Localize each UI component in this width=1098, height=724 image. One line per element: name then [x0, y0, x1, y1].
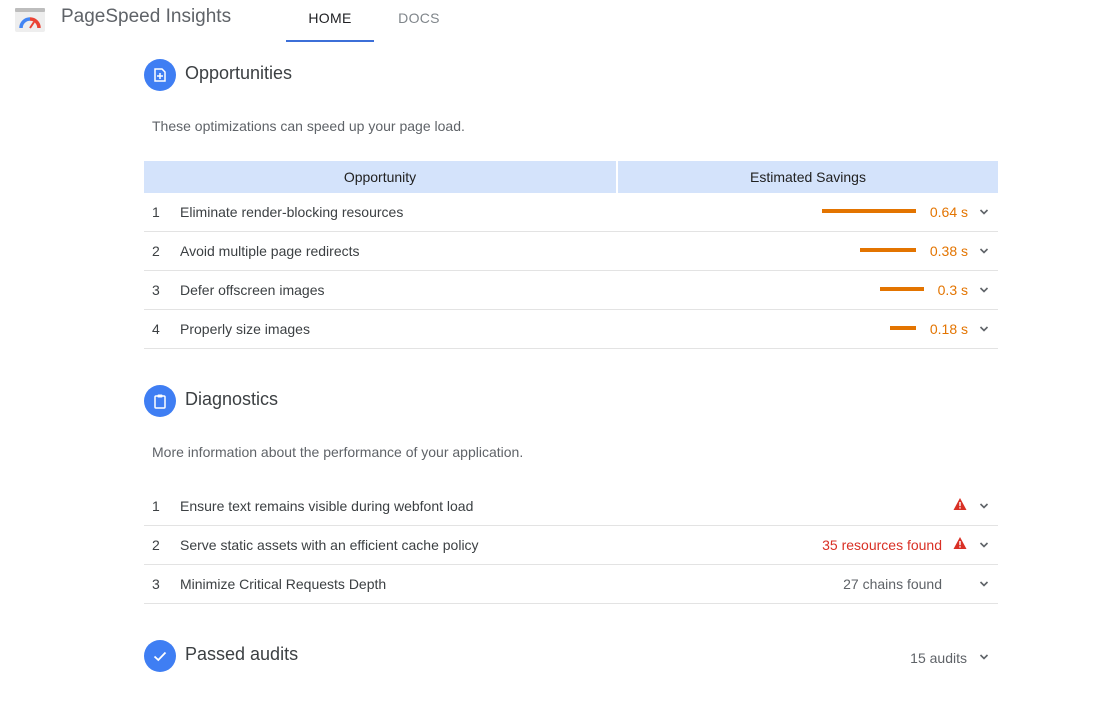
- row-number: 2: [152, 243, 160, 259]
- diagnostic-label: Minimize Critical Requests Depth: [180, 576, 387, 592]
- opportunity-row[interactable]: 3 Defer offscreen images 0.3 s: [144, 271, 998, 310]
- opportunity-label: Avoid multiple page redirects: [180, 243, 360, 259]
- chevron-down-icon[interactable]: [979, 540, 989, 550]
- row-number: 3: [152, 576, 160, 592]
- column-header-estimated-savings: Estimated Savings: [618, 161, 998, 193]
- row-number: 2: [152, 537, 160, 553]
- app-title: PageSpeed Insights: [61, 6, 232, 27]
- savings-bar: [822, 209, 916, 213]
- top-bar: PageSpeed Insights HOME DOCS: [0, 0, 1098, 42]
- passed-audits-count: 15 audits: [910, 650, 967, 666]
- savings-bar: [860, 248, 916, 252]
- opportunity-row[interactable]: 1 Eliminate render-blocking resources 0.…: [144, 193, 998, 232]
- savings-bar: [880, 287, 924, 291]
- diagnostic-detail: 35 resources found: [822, 537, 942, 553]
- tab-home[interactable]: HOME: [286, 10, 374, 42]
- opportunity-label: Properly size images: [180, 321, 310, 337]
- checkmark-icon: [144, 640, 176, 672]
- diagnostic-label: Serve static assets with an efficient ca…: [180, 537, 479, 553]
- savings-value: 0.64 s: [929, 204, 968, 220]
- chevron-down-icon[interactable]: [979, 246, 989, 256]
- chevron-down-icon[interactable]: [979, 501, 989, 511]
- opportunities-table-header: Opportunity Estimated Savings: [144, 161, 998, 193]
- warning-triangle-icon: [953, 498, 967, 510]
- diagnostic-label: Ensure text remains visible during webfo…: [180, 498, 474, 514]
- diagnostic-detail: 27 chains found: [843, 576, 942, 592]
- row-number: 4: [152, 321, 160, 337]
- chevron-down-icon[interactable]: [979, 324, 989, 334]
- savings-value: 0.3 s: [937, 282, 968, 298]
- opportunities-title: Opportunities: [185, 63, 293, 83]
- opportunity-label: Defer offscreen images: [180, 282, 325, 298]
- tab-docs[interactable]: DOCS: [379, 10, 459, 42]
- warning-triangle-icon: [953, 537, 967, 549]
- clipboard-icon: [144, 385, 176, 417]
- diagnostic-row[interactable]: 2 Serve static assets with an efficient …: [144, 526, 998, 565]
- row-number: 1: [152, 204, 160, 220]
- chevron-down-icon[interactable]: [979, 285, 989, 295]
- row-number: 1: [152, 498, 160, 514]
- opportunity-label: Eliminate render-blocking resources: [180, 204, 404, 220]
- chevron-down-icon[interactable]: [979, 652, 989, 662]
- diagnostic-row[interactable]: 1 Ensure text remains visible during web…: [144, 487, 998, 526]
- chevron-down-icon[interactable]: [979, 579, 989, 589]
- row-number: 3: [152, 282, 160, 298]
- passed-audits-title: Passed audits: [185, 644, 299, 664]
- opportunity-row[interactable]: 4 Properly size images 0.18 s: [144, 310, 998, 349]
- diagnostics-description: More information about the performance o…: [152, 444, 524, 460]
- savings-bar: [890, 326, 916, 330]
- diagnostics-title: Diagnostics: [185, 389, 279, 409]
- savings-value: 0.38 s: [929, 243, 968, 259]
- chevron-down-icon[interactable]: [979, 207, 989, 217]
- opportunity-row[interactable]: 2 Avoid multiple page redirects 0.38 s: [144, 232, 998, 271]
- pagespeed-logo-icon[interactable]: [14, 5, 46, 33]
- page-plus-icon: [144, 59, 176, 91]
- savings-value: 0.18 s: [929, 321, 968, 337]
- column-header-opportunity: Opportunity: [144, 161, 616, 193]
- opportunities-description: These optimizations can speed up your pa…: [152, 118, 465, 134]
- diagnostic-row[interactable]: 3 Minimize Critical Requests Depth 27 ch…: [144, 565, 998, 604]
